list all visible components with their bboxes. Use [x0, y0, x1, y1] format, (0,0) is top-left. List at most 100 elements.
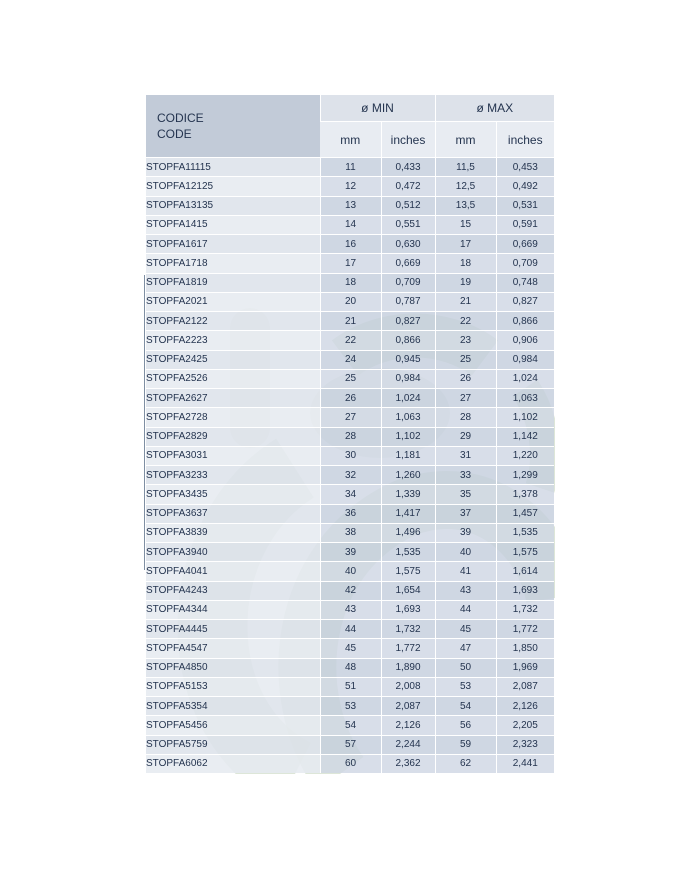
product-code-cell: STOPFA2425 — [146, 349, 320, 370]
min-inches-cell: 0,984 — [380, 368, 436, 389]
max-mm-cell: 27 — [434, 387, 497, 408]
max-inches-cell: 1,299 — [495, 464, 555, 485]
min-inches-cell: 1,339 — [380, 484, 436, 504]
table-row: STOPFA4850 48 1,890 50 1,969 — [146, 657, 555, 678]
product-code-cell: STOPFA2627 — [146, 387, 320, 408]
min-mm-cell: 21 — [319, 310, 381, 331]
min-mm-cell: 34 — [319, 484, 381, 504]
max-mm-cell: 47 — [434, 638, 497, 658]
table-row: STOPFA4243 42 1,654 43 1,693 — [146, 580, 555, 601]
min-inches-cell: 1,181 — [380, 445, 436, 466]
max-mm-cell: 29 — [434, 426, 497, 447]
min-mm-cell: 36 — [319, 503, 381, 524]
product-code-cell: STOPFA1819 — [146, 272, 320, 293]
min-inches-header: inches — [380, 121, 436, 158]
max-mm-header: mm — [434, 121, 497, 158]
product-code-cell: STOPFA2728 — [146, 407, 320, 427]
min-mm-cell: 18 — [319, 272, 381, 293]
max-mm-cell: 44 — [434, 599, 497, 620]
product-code-cell: STOPFA3940 — [146, 541, 320, 562]
max-mm-cell: 31 — [434, 445, 497, 466]
max-inches-cell: 0,453 — [495, 156, 555, 177]
product-code-cell: STOPFA3637 — [146, 503, 320, 524]
min-inches-cell: 0,866 — [380, 330, 436, 350]
min-inches-cell: 0,945 — [380, 349, 436, 370]
max-mm-cell: 43 — [434, 580, 497, 601]
max-inches-cell: 1,063 — [495, 387, 555, 408]
min-mm-cell: 42 — [319, 580, 381, 601]
table-row: STOPFA5153 51 2,008 53 2,087 — [146, 676, 555, 697]
max-inches-cell: 1,024 — [495, 368, 555, 389]
max-mm-cell: 21 — [434, 291, 497, 312]
max-inches-cell: 1,142 — [495, 426, 555, 447]
min-inches-cell: 1,535 — [380, 541, 436, 562]
table-row: STOPFA4445 44 1,732 45 1,772 — [146, 618, 555, 639]
product-code-cell: STOPFA1718 — [146, 253, 320, 273]
table-row: STOPFA5759 57 2,244 59 2,323 — [146, 734, 555, 755]
max-inches-cell: 1,614 — [495, 561, 555, 581]
table-row: STOPFA3233 32 1,260 33 1,299 — [146, 464, 555, 485]
min-inches-cell: 1,772 — [380, 638, 436, 658]
min-mm-cell: 45 — [319, 638, 381, 658]
max-mm-cell: 54 — [434, 695, 497, 716]
max-inches-cell: 0,906 — [495, 330, 555, 350]
min-mm-cell: 38 — [319, 522, 381, 543]
min-mm-cell: 24 — [319, 349, 381, 370]
max-inches-cell: 1,575 — [495, 541, 555, 562]
product-code-cell: STOPFA3233 — [146, 464, 320, 485]
max-mm-cell: 26 — [434, 368, 497, 389]
product-code-cell: STOPFA1617 — [146, 233, 320, 254]
min-inches-cell: 1,575 — [380, 561, 436, 581]
product-code-cell: STOPFA1415 — [146, 214, 320, 235]
max-mm-cell: 28 — [434, 407, 497, 427]
table-row: STOPFA4344 43 1,693 44 1,732 — [146, 599, 555, 620]
product-code-cell: STOPFA3435 — [146, 484, 320, 504]
min-mm-cell: 12 — [319, 176, 381, 196]
min-mm-cell: 60 — [319, 753, 381, 773]
max-mm-cell: 40 — [434, 541, 497, 562]
product-code-cell: STOPFA4850 — [146, 657, 320, 678]
max-mm-cell: 53 — [434, 676, 497, 697]
product-code-cell: STOPFA2223 — [146, 330, 320, 350]
product-code-cell: STOPFA2829 — [146, 426, 320, 447]
max-mm-cell: 56 — [434, 715, 497, 735]
product-code-cell: STOPFA5153 — [146, 676, 320, 697]
min-mm-cell: 54 — [319, 715, 381, 735]
max-inches-cell: 0,709 — [495, 253, 555, 273]
max-inches-cell: 1,732 — [495, 599, 555, 620]
max-mm-cell: 39 — [434, 522, 497, 543]
max-mm-cell: 22 — [434, 310, 497, 331]
min-inches-cell: 0,669 — [380, 253, 436, 273]
max-inches-cell: 0,748 — [495, 272, 555, 293]
max-inches-cell: 1,102 — [495, 407, 555, 427]
max-inches-cell: 0,591 — [495, 214, 555, 235]
min-mm-cell: 30 — [319, 445, 381, 466]
table-row: STOPFA3031 30 1,181 31 1,220 — [146, 445, 555, 466]
table-body: STOPFA11115 11 0,433 11,5 0,453 STOPFA12125 12… — [146, 156, 555, 773]
max-inches-cell: 2,205 — [495, 715, 555, 735]
min-mm-cell: 43 — [319, 599, 381, 620]
max-mm-cell: 13,5 — [434, 195, 497, 216]
table-row: STOPFA3940 39 1,535 40 1,575 — [146, 541, 555, 562]
max-mm-cell: 23 — [434, 330, 497, 350]
min-mm-cell: 28 — [319, 426, 381, 447]
max-inches-cell: 2,323 — [495, 734, 555, 755]
max-mm-cell: 19 — [434, 272, 497, 293]
min-inches-cell: 1,024 — [380, 387, 436, 408]
min-inches-cell: 1,063 — [380, 407, 436, 427]
table-row: STOPFA2425 24 0,945 25 0,984 — [146, 349, 555, 370]
table-row: STOPFA2526 25 0,984 26 1,024 — [146, 368, 555, 389]
table-row: STOPFA11115 11 0,433 11,5 0,453 — [146, 156, 555, 177]
table-row: STOPFA5456 54 2,126 56 2,205 — [146, 715, 555, 735]
min-inches-cell: 2,087 — [380, 695, 436, 716]
product-code-cell: STOPFA4445 — [146, 618, 320, 639]
max-mm-cell: 17 — [434, 233, 497, 254]
max-inches-cell: 1,378 — [495, 484, 555, 504]
min-inches-cell: 2,008 — [380, 676, 436, 697]
product-code-cell: STOPFA5456 — [146, 715, 320, 735]
product-code-cell: STOPFA13135 — [146, 195, 320, 216]
min-mm-cell: 53 — [319, 695, 381, 716]
table-row: STOPFA2122 21 0,827 22 0,866 — [146, 310, 555, 331]
product-code-cell: STOPFA4041 — [146, 561, 320, 581]
product-sizes-table: CODICE CODE ø MIN ø MAX mm inches mm inc… — [146, 95, 555, 773]
